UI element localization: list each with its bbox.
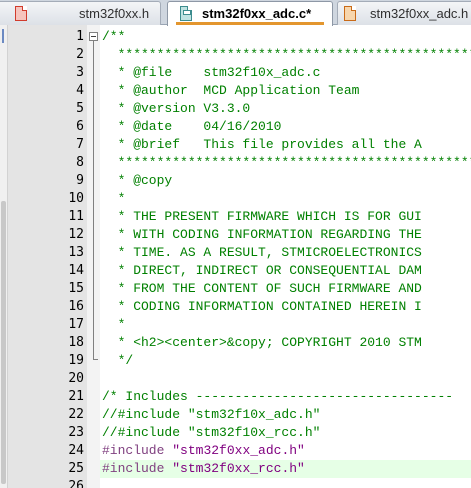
code-line[interactable]: 15 * FROM THE CONTENT OF SUCH FIRMWARE A…: [0, 280, 471, 298]
code-text: * @date 04/16/2010: [102, 119, 282, 134]
preprocessor-directive: #include: [102, 443, 165, 458]
code-text: *: [102, 317, 126, 332]
code-line[interactable]: 24 #include "stm32f0xx_adc.h": [0, 442, 471, 460]
code-text: * TIME. AS A RESULT, STMICROELECTRONICS: [102, 245, 422, 260]
line-number: 22: [68, 407, 84, 422]
code-line[interactable]: 18 * <h2><center>&copy; COPYRIGHT 2010 S…: [0, 334, 471, 352]
line-number: 2: [76, 47, 84, 62]
code-text: * DIRECT, INDIRECT OR CONSEQUENTIAL DAM: [102, 263, 422, 278]
code-line[interactable]: 9 * @copy: [0, 172, 471, 190]
code-line[interactable]: 23 //#include "stm32f10x_rcc.h": [0, 424, 471, 442]
code-text: * @file stm32f10x_adc.c: [102, 65, 321, 80]
editor-window: stm32f0xx.h stm32f0xx_adc.c* stm32f0xx_a…: [0, 0, 471, 488]
tab-stm32f0xx-h[interactable]: stm32f0xx.h: [0, 1, 161, 25]
code-text: * @author MCD Application Team: [102, 83, 360, 98]
code-line[interactable]: 17 *: [0, 316, 471, 334]
file-icon: [15, 6, 27, 21]
line-number: 13: [68, 245, 84, 260]
code-text: //#include "stm32f10x_adc.h": [102, 407, 321, 422]
line-number: 12: [68, 227, 84, 242]
code-line[interactable]: 20: [0, 370, 471, 388]
code-line[interactable]: 21 /* Includes --------------------------…: [0, 388, 471, 406]
code-line[interactable]: 8 **************************************…: [0, 154, 471, 172]
code-text: ****************************************…: [117, 47, 471, 62]
code-line[interactable]: 11 * THE PRESENT FIRMWARE WHICH IS FOR G…: [0, 208, 471, 226]
code-line[interactable]: 6 * @date 04/16/2010: [0, 118, 471, 136]
code-line[interactable]: 25 #include "stm32f0xx_rcc.h": [68, 460, 471, 478]
line-number: 6: [76, 119, 84, 134]
line-number: 26: [68, 479, 84, 488]
include-filename: "stm32f0xx_rcc.h": [172, 461, 305, 476]
tab-stm32f0xx-adc-h[interactable]: stm32f0xx_adc.h: [337, 1, 471, 25]
code-text: * WITH CODING INFORMATION REGARDING THE: [102, 227, 422, 242]
tab-label: stm32f0xx_adc.h: [370, 6, 469, 21]
line-number: 18: [68, 335, 84, 350]
line-number: 5: [76, 101, 84, 116]
line-number: 21: [68, 389, 84, 404]
code-line[interactable]: 5 * @version V3.3.0: [0, 100, 471, 118]
tab-stm32f0xx-adc-c[interactable]: stm32f0xx_adc.c*: [167, 1, 333, 26]
code-line[interactable]: 1 /**: [0, 28, 471, 46]
line-number: 8: [76, 155, 84, 170]
line-number: 25: [68, 461, 84, 476]
line-number: 15: [68, 281, 84, 296]
code-line[interactable]: 2 **************************************…: [0, 46, 471, 64]
tab-label: stm32f0xx_adc.c*: [202, 6, 312, 21]
code-line[interactable]: 22 //#include "stm32f10x_adc.h": [0, 406, 471, 424]
line-number: 19: [68, 353, 84, 368]
line-number: 23: [68, 425, 84, 440]
code-text: * @version V3.3.0: [102, 101, 251, 116]
line-number: 3: [76, 65, 84, 80]
line-number: 10: [68, 191, 84, 206]
code-text: * @brief This file provides all the A: [102, 137, 422, 152]
code-line[interactable]: 16 * CODING INFORMATION CONTAINED HEREIN…: [0, 298, 471, 316]
code-text: * THE PRESENT FIRMWARE WHICH IS FOR GUI: [102, 209, 422, 224]
code-text: * FROM THE CONTENT OF SUCH FIRMWARE AND: [102, 281, 422, 296]
code-line[interactable]: 7 * @brief This file provides all the A: [0, 136, 471, 154]
line-number: 14: [68, 263, 84, 278]
line-number: 9: [76, 173, 84, 188]
code-text: * CODING INFORMATION CONTAINED HEREIN I: [102, 299, 422, 314]
code-line[interactable]: 14 * DIRECT, INDIRECT OR CONSEQUENTIAL D…: [0, 262, 471, 280]
code-line[interactable]: 4 * @author MCD Application Team: [0, 82, 471, 100]
save-file-icon: [180, 6, 192, 21]
line-number: 17: [68, 317, 84, 332]
code-line[interactable]: 3 * @file stm32f10x_adc.c: [0, 64, 471, 82]
code-line[interactable]: 12 * WITH CODING INFORMATION REGARDING T…: [0, 226, 471, 244]
code-text: ****************************************…: [117, 155, 471, 170]
code-line[interactable]: 19 */: [0, 352, 471, 370]
line-number: 4: [76, 83, 84, 98]
code-text: #include "stm32f0xx_rcc.h": [102, 460, 305, 478]
line-number: 1: [76, 29, 84, 44]
code-text: /* Includes ----------------------------…: [102, 389, 454, 404]
tab-bar: stm32f0xx.h stm32f0xx_adc.c* stm32f0xx_a…: [0, 0, 471, 26]
preprocessor-directive: #include: [102, 461, 165, 476]
code-line[interactable]: 10 *: [0, 190, 471, 208]
file-icon: [344, 6, 356, 21]
code-text: * @copy: [102, 173, 173, 188]
tab-label: stm32f0xx.h: [79, 6, 150, 21]
code-line[interactable]: 26: [0, 478, 471, 488]
line-number: 16: [68, 299, 84, 314]
line-number: 24: [68, 443, 84, 458]
code-text: *: [102, 191, 126, 206]
line-number: 11: [68, 209, 84, 224]
line-number: 7: [76, 137, 84, 152]
code-text: */: [102, 353, 134, 368]
code-text: //#include "stm32f10x_rcc.h": [102, 425, 321, 440]
include-filename: "stm32f0xx_adc.h": [172, 443, 305, 458]
line-number: 20: [68, 371, 84, 386]
code-text: #include "stm32f0xx_adc.h": [102, 442, 305, 460]
code-text: /**: [102, 29, 126, 44]
code-line[interactable]: 13 * TIME. AS A RESULT, STMICROELECTRONI…: [0, 244, 471, 262]
code-text: * <h2><center>&copy; COPYRIGHT 2010 STM: [102, 335, 422, 350]
